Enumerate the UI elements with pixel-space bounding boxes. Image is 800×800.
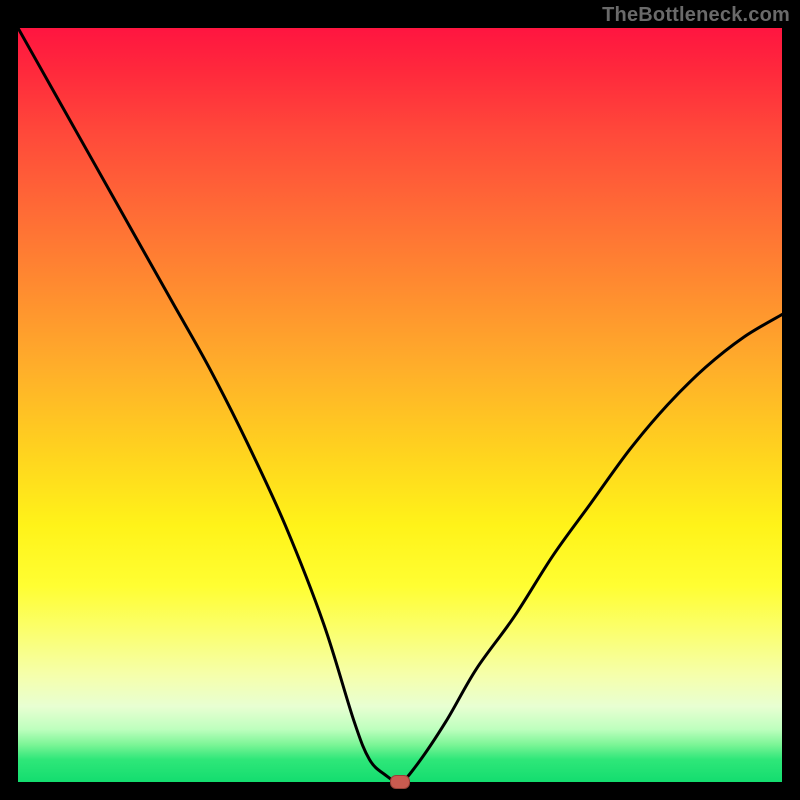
watermark-text: TheBottleneck.com xyxy=(602,4,790,27)
optimum-marker xyxy=(390,775,410,789)
page-root: TheBottleneck.com xyxy=(0,0,800,800)
chart-svg xyxy=(18,28,782,782)
bottleneck-curve xyxy=(18,28,782,782)
chart-plot-area xyxy=(18,28,782,782)
